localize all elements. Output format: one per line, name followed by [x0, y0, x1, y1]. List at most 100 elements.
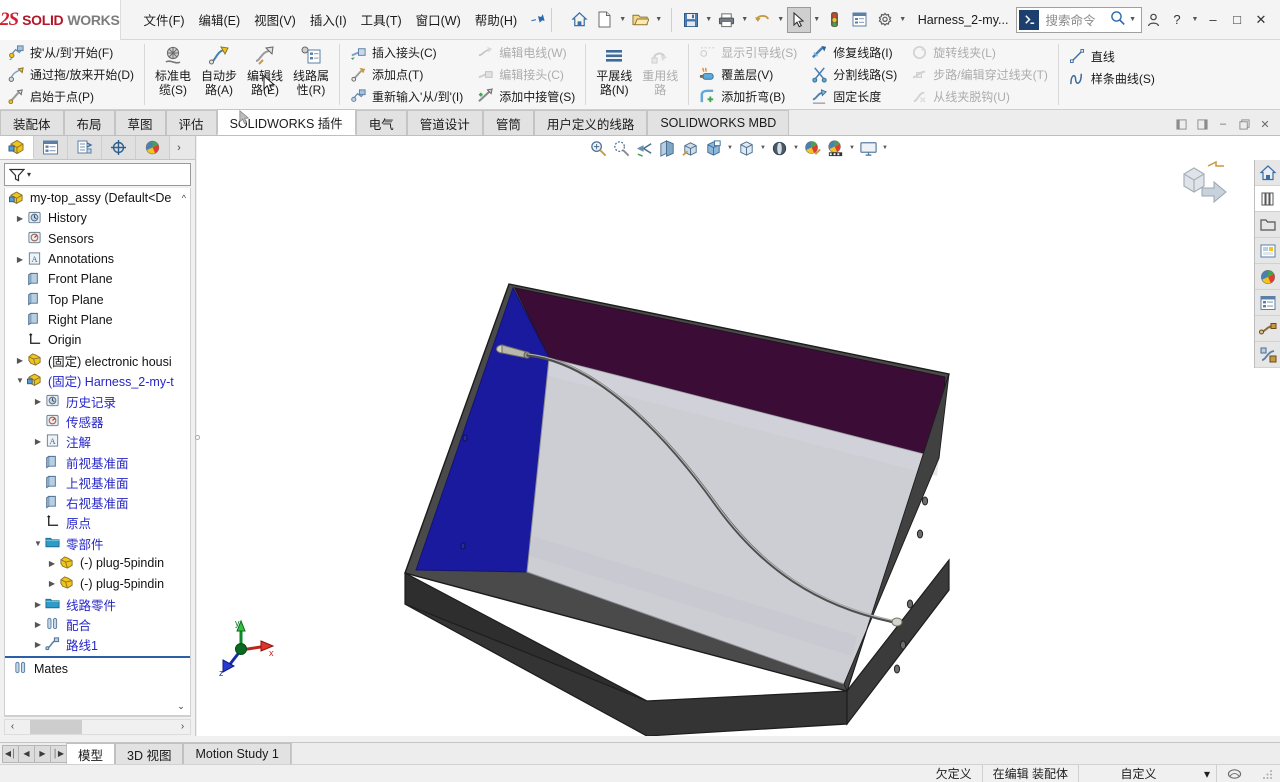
- account-icon[interactable]: [1142, 8, 1164, 32]
- search-dropdown-caret-icon[interactable]: ▼: [1129, 16, 1141, 23]
- open-document-caret-icon[interactable]: ▼: [654, 7, 664, 33]
- graphics-viewport[interactable]: ▼ ▼ ▼ ▼ ▼ y z x: [197, 136, 1280, 736]
- mdi-maximize-button[interactable]: [1235, 115, 1253, 133]
- select-caret-icon[interactable]: ▼: [812, 7, 822, 33]
- tab-solidworks-mbd[interactable]: SOLIDWORKS MBD: [647, 110, 790, 135]
- nav-prev[interactable]: ◀: [18, 744, 35, 763]
- expand-twist-icon[interactable]: ▶: [31, 437, 45, 446]
- hscroll-track[interactable]: [20, 719, 175, 734]
- menu-window[interactable]: 窗口(W): [409, 6, 468, 33]
- expand-twist-icon[interactable]: ▶: [31, 600, 45, 609]
- expand-twist-icon[interactable]: ▶: [13, 255, 27, 264]
- sw-resources-icon[interactable]: [1255, 160, 1280, 186]
- mdi-minimize-button[interactable]: –: [1214, 115, 1232, 133]
- ribbon-reuse-route[interactable]: 重用线路: [637, 42, 683, 107]
- tree-item-route-1[interactable]: ▶ 路线1: [5, 635, 190, 655]
- electrical-components-icon[interactable]: [1255, 316, 1280, 342]
- tree-item-annotations[interactable]: ▶ A Annotations: [5, 249, 190, 269]
- filter-caret-icon[interactable]: ▾: [27, 170, 31, 179]
- tree-item-sensors-cn[interactable]: 传感器: [5, 411, 190, 431]
- expand-twist-icon[interactable]: ▶: [31, 397, 45, 406]
- menu-view[interactable]: 视图(V): [247, 6, 303, 33]
- mdi-close-button[interactable]: ✕: [1256, 115, 1274, 133]
- tab-sketch[interactable]: 草图: [114, 110, 166, 135]
- feature-manager-tab[interactable]: [0, 136, 34, 159]
- tree-item-history[interactable]: ▶ History: [5, 208, 190, 228]
- appearances-scenes-icon[interactable]: [1255, 264, 1280, 290]
- tree-item-top-plane[interactable]: Top Plane: [5, 289, 190, 309]
- tab-layout[interactable]: 布局: [63, 110, 115, 135]
- menu-insert[interactable]: 插入(I): [303, 6, 354, 33]
- tree-item-harness-2[interactable]: ▼ (固定) Harness_2-my-t: [5, 371, 190, 391]
- tree-item-origin-cn[interactable]: 原点: [5, 513, 190, 533]
- ribbon-standard-cable[interactable]: 标准电缆(S): [150, 42, 196, 107]
- save-caret-icon[interactable]: ▼: [704, 7, 714, 33]
- tree-item-front-plane-cn[interactable]: 前视基准面: [5, 452, 190, 472]
- tree-scroll-up-icon[interactable]: ^: [182, 193, 186, 203]
- display-manager-tab[interactable]: [136, 136, 170, 159]
- tree-item-route-parts[interactable]: ▶ 线路零件: [5, 594, 190, 614]
- ribbon-spline[interactable]: 样条曲线(S): [1064, 67, 1160, 89]
- new-document-icon[interactable]: [593, 7, 617, 33]
- save-icon[interactable]: [679, 7, 703, 33]
- ribbon-unhook-from-clip[interactable]: 从线夹脱钩(U): [906, 85, 1053, 107]
- new-document-caret-icon[interactable]: ▼: [618, 7, 628, 33]
- ribbon-line[interactable]: 直线: [1064, 45, 1160, 67]
- ribbon-route-properties[interactable]: 线路属性(R): [288, 42, 334, 107]
- ribbon-repair-route[interactable]: 修复线路(I): [806, 42, 902, 64]
- manager-tabs-more-icon[interactable]: ›: [170, 136, 188, 159]
- expand-twist-icon[interactable]: ▶: [13, 214, 27, 223]
- nav-first[interactable]: ◀│: [2, 744, 19, 763]
- open-document-icon[interactable]: [629, 7, 653, 33]
- expand-twist-icon[interactable]: ▶: [31, 640, 45, 649]
- menu-file[interactable]: 文件(F): [137, 6, 192, 33]
- file-properties-icon[interactable]: [848, 7, 872, 33]
- collapse-twist-icon[interactable]: ▼: [31, 539, 45, 548]
- ribbon-show-guide-line[interactable]: 显示引导线(S): [694, 42, 802, 64]
- rebuild-traffic-light-icon[interactable]: [823, 7, 847, 33]
- ribbon-auto-route[interactable]: 自动步路(A): [196, 42, 242, 107]
- hscroll-left-icon[interactable]: ‹: [5, 721, 20, 732]
- status-resize-grip[interactable]: [1252, 765, 1280, 782]
- status-overlay-icon[interactable]: [1216, 764, 1252, 782]
- tree-item-electronic-housing[interactable]: ▶ (固定) electronic housi: [5, 350, 190, 370]
- ribbon-edit-route[interactable]: 编辑线路(E): [242, 42, 288, 107]
- options-gear-icon[interactable]: [873, 7, 897, 33]
- search-input[interactable]: 搜索命令: [1039, 10, 1110, 29]
- tab-assembly[interactable]: 装配体: [0, 110, 64, 135]
- print-caret-icon[interactable]: ▼: [740, 7, 750, 33]
- model-3d-enclosure[interactable]: [197, 136, 1280, 736]
- collapse-twist-icon[interactable]: ▼: [13, 376, 27, 385]
- bottom-tab-model[interactable]: 模型: [66, 743, 116, 764]
- tree-item-origin[interactable]: Origin: [5, 330, 190, 350]
- status-units[interactable]: 自定义: [1077, 764, 1198, 782]
- ribbon-edit-connector[interactable]: 编辑接头(C): [472, 64, 580, 86]
- ribbon-fixed-length[interactable]: 固定长度: [806, 85, 902, 107]
- panel-splitter-handle[interactable]: [193, 415, 201, 459]
- ribbon-reimport-from-to[interactable]: 重新输入'从/到'(I): [345, 85, 468, 107]
- tree-item-plug-5pindin-2[interactable]: ▶ (-) plug-5pindin: [5, 574, 190, 594]
- ribbon-add-bend[interactable]: 添加折弯(B): [694, 85, 802, 107]
- tree-item-sensors[interactable]: Sensors: [5, 229, 190, 249]
- tree-item-front-plane[interactable]: Front Plane: [5, 269, 190, 289]
- search-icon[interactable]: [1110, 10, 1129, 30]
- custom-properties-icon[interactable]: [1255, 290, 1280, 316]
- ribbon-flatten-route[interactable]: 平展线路(N): [591, 42, 637, 107]
- feature-tree-filter[interactable]: ▾: [4, 163, 191, 186]
- tree-horizontal-scrollbar[interactable]: ‹ ›: [4, 718, 191, 735]
- tab-custom-route[interactable]: 用户定义的线路: [533, 110, 648, 135]
- pin-icon[interactable]: [529, 9, 548, 29]
- nav-last[interactable]: │▶: [50, 744, 67, 763]
- tree-root-assembly[interactable]: my-top_assy (Default<De ^: [5, 188, 190, 208]
- tree-item-right-plane[interactable]: Right Plane: [5, 310, 190, 330]
- restore-left-icon[interactable]: [1172, 115, 1190, 133]
- configuration-manager-tab[interactable]: [68, 136, 102, 159]
- ribbon-edit-wire[interactable]: 编辑电线(W): [472, 42, 580, 64]
- expand-twist-icon[interactable]: ▶: [45, 579, 59, 588]
- connector-plug-right[interactable]: [891, 617, 903, 627]
- bottom-tab-3d-views[interactable]: 3D 视图: [115, 743, 184, 764]
- search-commands-box[interactable]: 搜索命令 ▼: [1016, 6, 1142, 33]
- ribbon-start-at-point[interactable]: 启始于点(P): [3, 85, 139, 107]
- tree-scroll-down-icon[interactable]: ⌄: [173, 698, 189, 714]
- ribbon-rotate-clip[interactable]: 旋转线夹(L): [906, 42, 1053, 64]
